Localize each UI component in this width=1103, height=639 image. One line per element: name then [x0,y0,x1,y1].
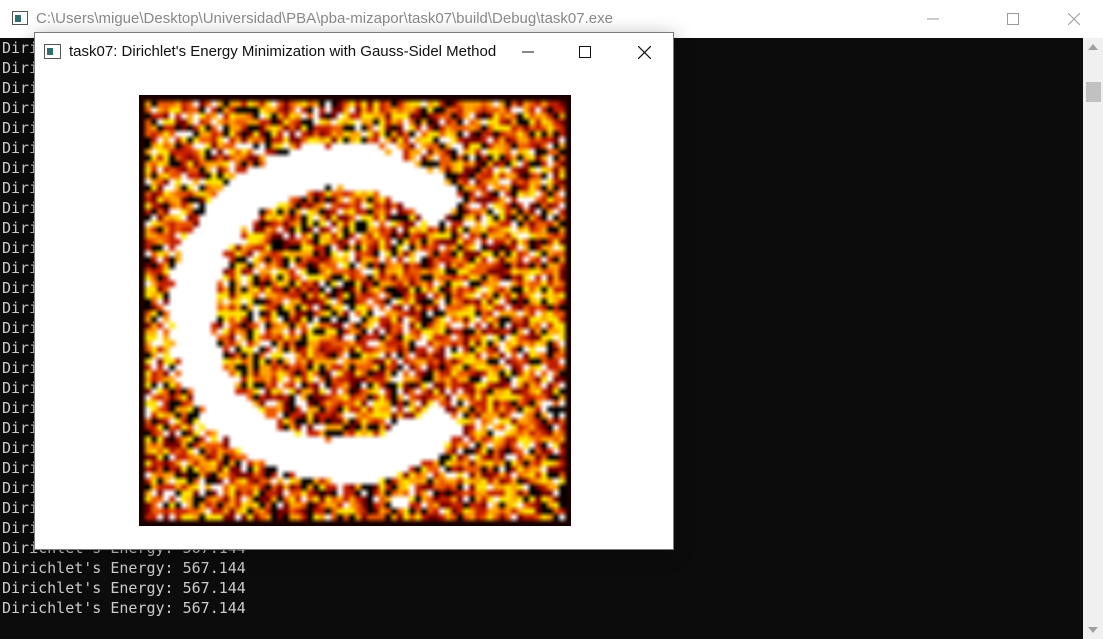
task07-window[interactable]: task07: Dirichlet's Energy Minimization … [34,32,674,550]
energy-heatmap-canvas[interactable] [139,95,571,526]
scroll-up-arrow-icon[interactable] [1088,44,1098,50]
console-minimize-button[interactable] [904,0,962,38]
console-app-icon [12,11,28,25]
console-maximize-button[interactable] [984,0,1042,38]
task07-window-title: task07: Dirichlet's Energy Minimization … [69,43,497,60]
maximize-icon [1007,13,1019,25]
scroll-down-arrow-icon[interactable] [1088,627,1098,633]
minimize-icon [927,18,939,20]
task07-titlebar[interactable]: task07: Dirichlet's Energy Minimization … [35,33,673,71]
console-line: Dirichlet's Energy: 567.144 [2,599,246,617]
scrollbar-thumb[interactable] [1086,82,1101,102]
console-line: Dirichlet's Energy: 567.144 [2,559,246,577]
task07-app-icon [44,44,61,59]
task07-minimize-button[interactable] [499,33,557,71]
console-scrollbar[interactable] [1083,38,1103,639]
console-line: Dirichlet's Energy: 567.144 [2,579,246,597]
maximize-icon [579,46,591,58]
minimize-icon [522,51,534,53]
console-window-title: C:\Users\migue\Desktop\Universidad\PBA\p… [36,10,613,27]
energy-heatmap-viewport[interactable] [139,95,571,526]
console-close-button[interactable] [1045,0,1103,38]
close-icon [1068,13,1080,25]
task07-close-button[interactable] [615,33,673,71]
close-icon [637,45,651,59]
task07-maximize-button[interactable] [556,33,614,71]
